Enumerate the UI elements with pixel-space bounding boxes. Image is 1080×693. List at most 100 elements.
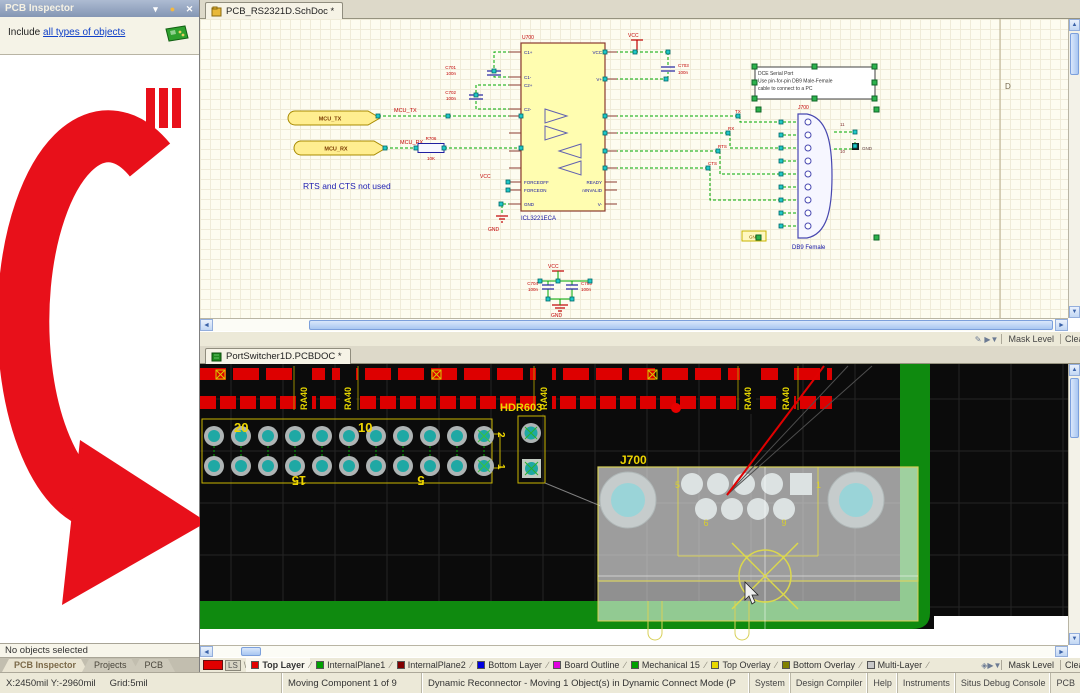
tab-pcb[interactable]: PCB [133, 659, 176, 672]
moving-segment: Moving Component 1 of 9 [282, 673, 422, 693]
filter-icon[interactable]: ▶▼ [984, 335, 998, 344]
svg-text:1: 1 [495, 464, 506, 470]
panel-pin-icon[interactable]: ● [166, 1, 179, 16]
mask-level-button[interactable]: Mask Level [1001, 660, 1060, 670]
schematic-hscroll-track[interactable] [213, 319, 1055, 331]
layer-tab-mechanical-15[interactable]: Mechanical 15 [626, 658, 705, 672]
scroll-down-icon[interactable]: ▼ [1069, 633, 1080, 645]
sheet-border: D [1000, 19, 1011, 318]
pcb-hscroll-track[interactable] [213, 646, 1055, 657]
clear-button[interactable]: Clear [1060, 334, 1080, 344]
layer-tab-internalplane2[interactable]: InternalPlane2 [392, 658, 471, 672]
svg-text:C2-: C2- [524, 107, 532, 112]
pcb-vscroll-thumb[interactable] [1070, 378, 1079, 438]
svg-text:100n: 100n [528, 287, 539, 292]
schematic-tabbar: PCB_RS2321D.SchDoc * [200, 0, 1080, 19]
svg-text:READY: READY [586, 180, 602, 185]
scroll-right-icon[interactable]: ► [1055, 319, 1068, 331]
mode-status: Dynamic Reconnector - Moving 1 Object(s)… [428, 678, 736, 689]
layer-tab-top-overlay[interactable]: Top Overlay [706, 658, 775, 672]
pcb-vscrollbar[interactable]: ▲ ▼ [1068, 364, 1080, 645]
svg-text:10: 10 [840, 149, 846, 154]
left-panel-tabs: PCB Inspector Projects PCB [0, 658, 199, 672]
svg-text:1: 1 [816, 480, 821, 490]
layer-color-icon [867, 661, 875, 669]
layer-tab-top-layer[interactable]: Top Layer [246, 658, 309, 672]
svg-text:V+: V+ [596, 77, 602, 82]
pcb-button[interactable]: PCB [1050, 673, 1080, 693]
j700-footprint-ghost[interactable]: 5 1 6 9 [598, 467, 918, 645]
pcb-editor: PortSwitcher1D.PCBDOC * [200, 346, 1080, 672]
svg-text:RTS: RTS [718, 144, 727, 149]
schematic-doc-tab[interactable]: PCB_RS2321D.SchDoc * [205, 2, 343, 19]
schematic-canvas[interactable]: D [200, 19, 1068, 318]
svg-text:nINVALID: nINVALID [582, 188, 602, 193]
pcb-doc-tab[interactable]: PortSwitcher1D.PCBDOC * [205, 348, 351, 364]
schematic-maskbar: ✎ ▶▼ Mask Level Clear [200, 331, 1080, 346]
tab-projects[interactable]: Projects [82, 659, 139, 672]
grid-setting: Grid:5mil [110, 678, 148, 689]
svg-text:R706: R706 [426, 136, 437, 141]
ls-button[interactable]: LS [225, 660, 241, 671]
current-layer-swatch[interactable] [203, 660, 223, 670]
ic-part-number: ICL3221ECA [521, 216, 556, 222]
tab-pcb-inspector[interactable]: PCB Inspector [2, 659, 88, 672]
panel-close-icon[interactable]: ✕ [183, 1, 196, 16]
clear-button[interactable]: Clear [1060, 660, 1080, 670]
scroll-down-icon[interactable]: ▼ [1069, 306, 1080, 318]
svg-text:cable to connect to a PC: cable to connect to a PC [758, 86, 813, 92]
svg-text:100n: 100n [678, 70, 689, 75]
situs-debug-console-button[interactable]: Situs Debug Console [955, 673, 1051, 693]
pcb-inspector-title: PCB Inspector [5, 3, 74, 14]
svg-text:MCU_TX: MCU_TX [319, 117, 342, 123]
svg-text:C703: C703 [678, 63, 689, 68]
instruments-button[interactable]: Instruments [897, 673, 955, 693]
layer-color-icon [711, 661, 719, 669]
scroll-left-icon[interactable]: ◄ [200, 646, 213, 657]
include-types-link[interactable]: all types of objects [43, 27, 125, 38]
filter-icon[interactable]: ◈▶▼ [981, 661, 1001, 670]
coords-segment: X:2450mil Y:-2960mil Grid:5mil [0, 673, 282, 693]
pencil-icon[interactable]: ✎ [975, 335, 982, 344]
svg-text:C704: C704 [527, 281, 538, 286]
layer-tab-multi-layer[interactable]: Multi-Layer [862, 658, 928, 672]
help-button[interactable]: Help [867, 673, 897, 693]
scroll-left-icon[interactable]: ◄ [200, 319, 213, 331]
svg-text:RA40: RA40 [781, 387, 791, 410]
schematic-hscroll-thumb[interactable] [309, 320, 1053, 330]
pcb-inspector-titlebar[interactable]: PCB Inspector ▾ ● ✕ [0, 0, 199, 17]
design-compiler-button[interactable]: Design Compiler [790, 673, 868, 693]
scroll-right-icon[interactable]: ► [1055, 646, 1068, 657]
scroll-up-icon[interactable]: ▲ [1069, 364, 1080, 376]
pcb-tabbar: PortSwitcher1D.PCBDOC * [200, 346, 1080, 364]
system-button[interactable]: System [749, 673, 790, 693]
db9-name: DB9 Female [792, 245, 826, 251]
layer-tab-bottom-overlay[interactable]: Bottom Overlay [777, 658, 860, 672]
svg-text:100n: 100n [581, 287, 592, 292]
db9-connector[interactable]: J700 DB9 Female 11 10 GND GND [742, 105, 873, 251]
port-mcu-tx[interactable]: MCU_TX [288, 111, 380, 125]
pcb-canvas[interactable]: RA40 RA40 RA40 RA40 RA40 [200, 364, 1068, 645]
svg-text:9: 9 [781, 518, 786, 528]
schematic-doc-tab-label: PCB_RS2321D.SchDoc * [226, 4, 334, 19]
mask-level-button[interactable]: Mask Level [1001, 334, 1060, 344]
net-labels: MCU_TX MCU_RX [394, 108, 424, 146]
schematic-vscroll-thumb[interactable] [1070, 33, 1079, 75]
ic-u700[interactable]: U700 ICL3221ECA C1+ C1- C2+ C2- FORCEOFF… [509, 35, 617, 222]
pcb-hscrollbar[interactable]: ◄ ► [200, 645, 1068, 657]
panel-dropdown-icon[interactable]: ▾ [149, 1, 162, 16]
svg-text:RX: RX [728, 126, 734, 131]
schematic-vscrollbar[interactable]: ▲ ▼ [1068, 19, 1080, 318]
scroll-up-icon[interactable]: ▲ [1069, 19, 1080, 31]
svg-text:TX: TX [735, 109, 741, 114]
pcb-hscroll-thumb[interactable] [241, 647, 261, 656]
inspector-status-text: No objects selected [0, 643, 199, 658]
port-mcu-rx[interactable]: MCU_RX [294, 141, 386, 155]
layer-tab-board-outline[interactable]: Board Outline [548, 658, 624, 672]
decoupling-circuit: C704 100n C705 100n [527, 271, 592, 305]
layer-tab-bottom-layer[interactable]: Bottom Layer [472, 658, 547, 672]
schematic-editor: PCB_RS2321D.SchDoc * D [200, 0, 1080, 346]
svg-text:RA40: RA40 [343, 387, 353, 410]
layer-tab-internalplane1[interactable]: InternalPlane1 [311, 658, 390, 672]
schematic-hscrollbar[interactable]: ◄ ► [200, 318, 1068, 331]
